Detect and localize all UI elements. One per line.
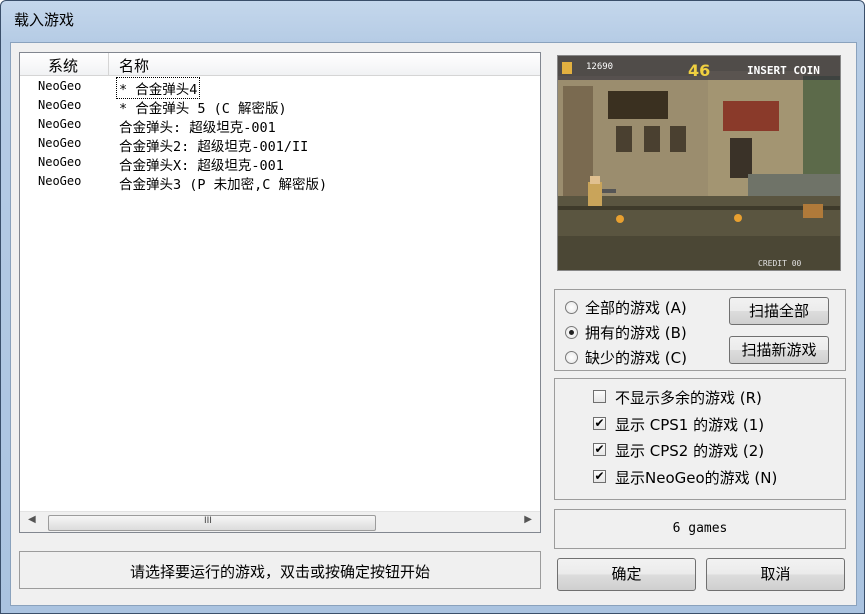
cancel-button[interactable]: 取消 [706, 558, 845, 591]
list-item-system: NeoGeo [38, 98, 82, 112]
option-show-cps1[interactable]: ✔ 显示 CPS1 的游戏 (1) [593, 413, 833, 437]
scrollbar-grip: III [204, 516, 212, 526]
radio-all-games[interactable]: 全部的游戏 (A) [565, 296, 715, 318]
status-box: 请选择要运行的游戏，双击或按确定按钮开始 [19, 551, 541, 589]
dialog-body: 系统 名称 NeoGeo * 合金弹头4 NeoGeo * 合金弹头 5 (C … [10, 42, 857, 606]
list-item[interactable]: NeoGeo * 合金弹头4 [20, 77, 540, 99]
checkbox-unchecked[interactable] [593, 390, 606, 403]
scan-all-button[interactable]: 扫描全部 [729, 297, 829, 325]
radio-label: 全部的游戏 (A) [585, 299, 687, 317]
list-item-name: * 合金弹头4 [115, 77, 201, 99]
hud-score: 12690 [586, 62, 613, 72]
radio-missing-games[interactable]: 缺少的游戏 (C) [565, 346, 715, 368]
list-item[interactable]: NeoGeo 合金弹头: 超级坦克-001 [20, 116, 540, 136]
list-item-system: NeoGeo [38, 117, 82, 131]
hud-time: 46 [688, 61, 710, 80]
hud-credit: CREDIT 00 [758, 259, 802, 268]
games-count-box: 6 games [554, 509, 846, 549]
games-count: 6 games [672, 521, 728, 536]
list-item-name: 合金弹头2: 超级坦克-001/II [119, 139, 309, 155]
window-title: 载入游戏 [14, 11, 75, 29]
option-show-neogeo[interactable]: ✔ 显示NeoGeo的游戏 (N) [593, 466, 833, 490]
column-header-system[interactable]: 系统 [48, 55, 78, 75]
radio-selected-dot [569, 330, 574, 335]
list-item-system: NeoGeo [38, 174, 82, 188]
list-item[interactable]: NeoGeo 合金弹头3 (P 未加密,C 解密版) [20, 173, 540, 193]
column-divider[interactable] [108, 53, 109, 75]
load-game-window: 载入游戏 系统 名称 NeoGeo * 合金弹头4 NeoGeo * 合金弹头 … [0, 0, 865, 614]
checkbox-checked[interactable]: ✔ [593, 417, 606, 430]
option-hide-extra-games[interactable]: 不显示多余的游戏 (R) [593, 386, 833, 410]
game-list[interactable]: 系统 名称 NeoGeo * 合金弹头4 NeoGeo * 合金弹头 5 (C … [19, 52, 541, 533]
list-item-system: NeoGeo [38, 136, 82, 150]
column-header-name[interactable]: 名称 [119, 55, 149, 75]
checkbox-label: 显示NeoGeo的游戏 (N) [615, 469, 778, 487]
status-text: 请选择要运行的游戏，双击或按确定按钮开始 [129, 563, 430, 581]
display-options-group: 不显示多余的游戏 (R) ✔ 显示 CPS1 的游戏 (1) ✔ 显示 CPS2… [554, 378, 846, 500]
hud-insert-coin: INSERT COIN [747, 64, 820, 77]
checkbox-label: 显示 CPS1 的游戏 (1) [615, 416, 765, 434]
scrollbar-thumb[interactable]: III [48, 515, 376, 531]
scroll-left-arrow-icon[interactable]: ◀ [28, 514, 36, 525]
list-item[interactable]: NeoGeo * 合金弹头 5 (C 解密版) [20, 97, 540, 117]
list-item[interactable]: NeoGeo 合金弹头2: 超级坦克-001/II [20, 135, 540, 155]
scroll-right-arrow-icon[interactable]: ▶ [524, 514, 532, 525]
checkbox-label: 不显示多余的游戏 (R) [615, 389, 762, 407]
list-item-system: NeoGeo [38, 79, 82, 93]
ok-button[interactable]: 确定 [557, 558, 696, 591]
radio-circle[interactable] [565, 326, 578, 339]
list-item-name: 合金弹头3 (P 未加密,C 解密版) [119, 177, 328, 193]
radio-label: 拥有的游戏 (B) [585, 324, 687, 342]
radio-circle[interactable] [565, 351, 578, 364]
radio-label: 缺少的游戏 (C) [585, 349, 687, 367]
list-item-name: 合金弹头X: 超级坦克-001 [119, 158, 284, 174]
option-show-cps2[interactable]: ✔ 显示 CPS2 的游戏 (2) [593, 439, 833, 463]
checkbox-checked[interactable]: ✔ [593, 470, 606, 483]
title-bar[interactable]: 载入游戏 [1, 1, 864, 37]
radio-circle[interactable] [565, 301, 578, 314]
filter-group: 全部的游戏 (A) 拥有的游戏 (B) 缺少的游戏 (C) 扫描全部 扫描新游戏 [554, 289, 846, 371]
list-header: 系统 名称 [20, 53, 540, 76]
checkbox-label: 显示 CPS2 的游戏 (2) [615, 442, 765, 460]
radio-owned-games[interactable]: 拥有的游戏 (B) [565, 321, 715, 343]
game-preview-image: 12690 46 INSERT COIN CREDIT 00 [557, 55, 841, 271]
list-item-system: NeoGeo [38, 155, 82, 169]
scan-new-games-button[interactable]: 扫描新游戏 [729, 336, 829, 364]
list-item-name: 合金弹头: 超级坦克-001 [119, 120, 276, 136]
horizontal-scrollbar[interactable]: ◀ III ▶ [20, 511, 540, 532]
checkbox-checked[interactable]: ✔ [593, 443, 606, 456]
list-item-name: * 合金弹头 5 (C 解密版) [119, 101, 287, 117]
list-item[interactable]: NeoGeo 合金弹头X: 超级坦克-001 [20, 154, 540, 174]
